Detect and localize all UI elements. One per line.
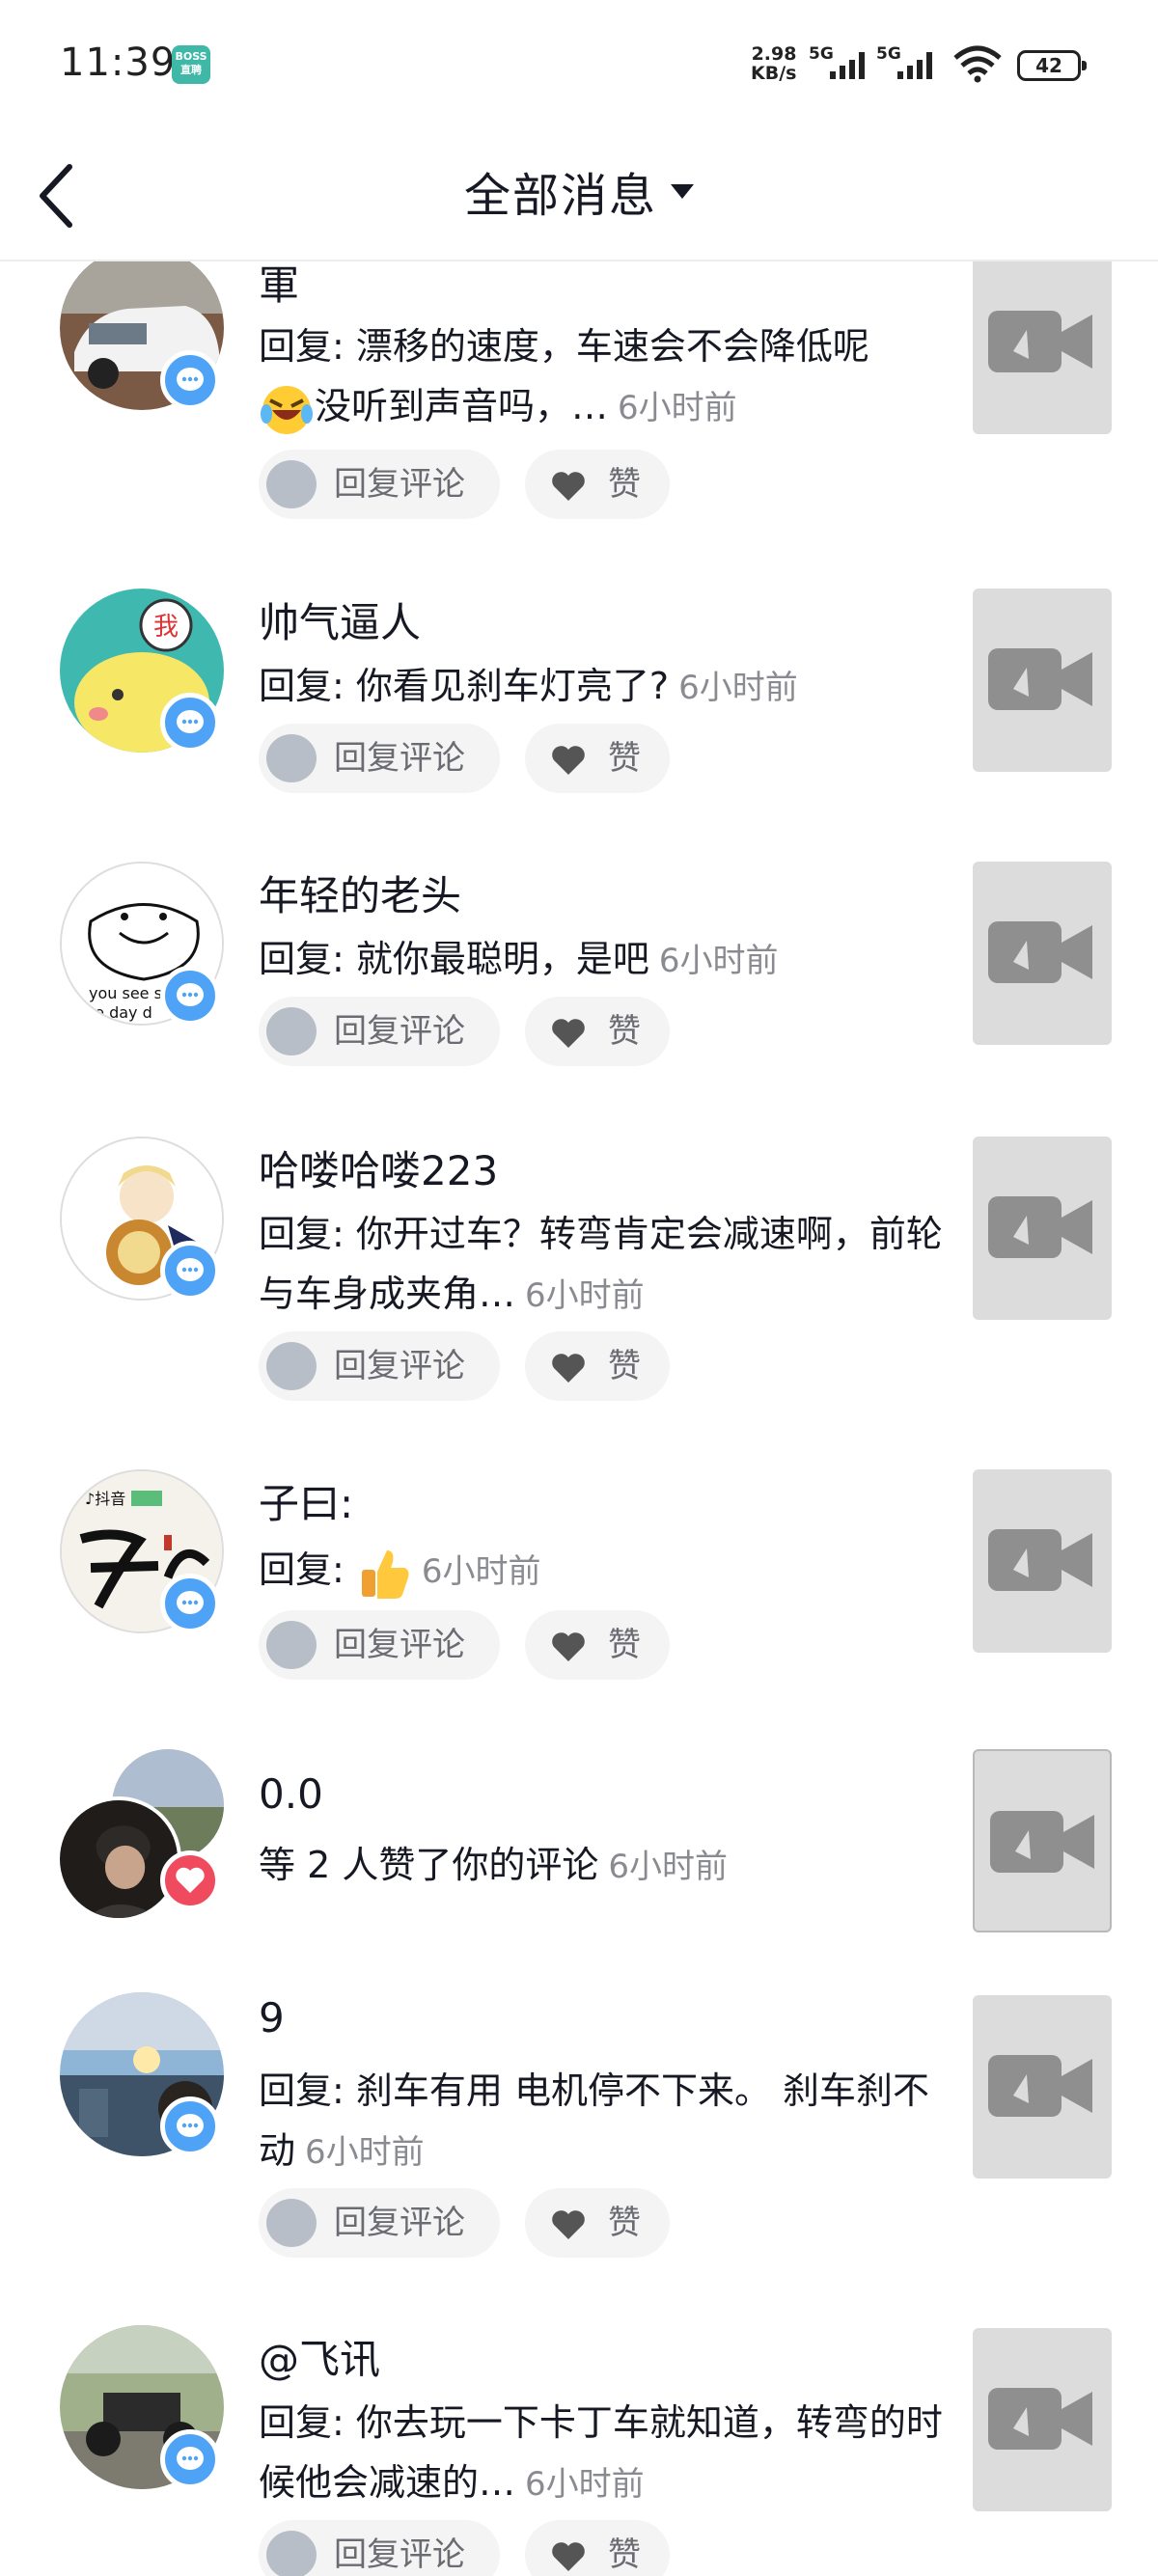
video-thumbnail[interactable] (973, 862, 1112, 1045)
top-nav-bar: 全部消息 (0, 130, 1158, 261)
user-name[interactable]: 9 (259, 1994, 285, 2042)
reply-comment-button[interactable]: 回复评论 (259, 1610, 500, 1680)
like-button[interactable]: 赞 (525, 450, 670, 519)
user-name[interactable]: 軍 (259, 253, 299, 312)
video-thumbnail[interactable] (973, 251, 1112, 434)
video-thumbnail[interactable] (973, 1469, 1112, 1653)
video-thumbnail[interactable] (973, 2328, 1112, 2511)
message-text: 等 2 人赞了你的评论 6小时前 (259, 1844, 728, 1886)
timestamp: 6小时前 (525, 2465, 645, 2504)
like-button[interactable]: 赞 (525, 724, 670, 793)
like-button[interactable]: 赞 (525, 1610, 670, 1680)
message-text: 回复: 你开过车？转弯肯定会减速啊，前轮与车身成夹角… 6小时前 (259, 1213, 943, 1315)
user-name[interactable]: @飞讯 (259, 2327, 380, 2386)
heart-icon (552, 2542, 585, 2571)
user-name[interactable]: 帅气逼人 (259, 590, 421, 649)
comment-badge-icon (160, 1241, 220, 1301)
heart-icon (552, 472, 585, 501)
message-text: 回复: 6小时前 (259, 1540, 946, 1602)
video-thumbnail[interactable] (973, 589, 1112, 772)
reply-comment-button[interactable]: 回复评论 (259, 997, 500, 1066)
timestamp: 6小时前 (305, 2133, 425, 2172)
video-thumb-mini (266, 734, 317, 782)
battery-icon: 42 (1017, 50, 1087, 81)
message-text: 回复: 你去玩一下卡丁车就知道，转弯的时候他会减速的… 6小时前 (259, 2401, 943, 2504)
comment-badge-icon (160, 966, 220, 1026)
user-name[interactable]: 0.0 (259, 1770, 323, 1818)
timestamp: 6小时前 (525, 1276, 645, 1315)
like-button[interactable]: 赞 (525, 2188, 670, 2258)
message-text: 回复: 刹车有用 电机停不下来。 刹车刹不动 6小时前 (259, 2069, 930, 2172)
video-camera-icon (988, 1529, 1092, 1591)
heart-icon (552, 1632, 585, 1661)
video-camera-icon (990, 1811, 1094, 1873)
video-thumb-mini (266, 1007, 317, 1055)
clock: 11:39 (60, 41, 177, 85)
reply-comment-button[interactable]: 回复评论 (259, 724, 500, 793)
comment-badge-icon (160, 350, 220, 410)
video-thumb-mini (266, 1342, 317, 1390)
video-thumb-mini (266, 1621, 317, 1669)
video-thumbnail[interactable] (973, 1995, 1112, 2179)
video-camera-icon (988, 2055, 1092, 2117)
video-camera-icon (988, 648, 1092, 710)
svg-text:我: 我 (153, 613, 179, 642)
like-button[interactable]: 赞 (525, 997, 670, 1066)
timestamp: 6小时前 (608, 1848, 728, 1886)
thumbs-up-emoji-icon (361, 1549, 409, 1599)
heart-icon (552, 1019, 585, 1048)
timestamp: 6小时前 (421, 1552, 541, 1591)
video-camera-icon (988, 1196, 1092, 1258)
message-text: 回复: 漂移的速度，车速会不会降低呢 没听到声音吗，… 6小时前 (259, 316, 946, 438)
title-dropdown[interactable]: 全部消息 (0, 157, 1158, 225)
network-speed: 2.98 KB/s (751, 43, 797, 84)
message-text: 回复: 你看见刹车灯亮了? 6小时前 (259, 665, 798, 707)
like-button[interactable]: 赞 (525, 2520, 670, 2576)
timestamp: 6小时前 (618, 389, 737, 427)
laughing-crying-emoji-icon (261, 385, 313, 434)
svg-text:♪抖音: ♪抖音 (85, 1490, 125, 1508)
heart-badge-icon (160, 1850, 220, 1910)
heart-icon (552, 1354, 585, 1383)
user-name[interactable]: 子曰: (259, 1471, 353, 1530)
comment-badge-icon (160, 2429, 220, 2489)
video-camera-icon (988, 2388, 1092, 2450)
svg-text:you see s: you see s (89, 984, 162, 1002)
video-camera-icon (988, 311, 1092, 372)
boss-app-icon: BOSS 直聘 (172, 45, 210, 84)
svg-text:ne day d: ne day d (85, 1003, 152, 1022)
comment-badge-icon (160, 2096, 220, 2156)
signal-sim2-icon: 5G (876, 44, 942, 79)
timestamp: 6小时前 (658, 942, 779, 980)
video-thumbnail[interactable] (973, 1137, 1112, 1320)
reply-comment-button[interactable]: 回复评论 (259, 2188, 500, 2258)
wifi-icon (953, 45, 1002, 83)
comment-badge-icon (160, 1574, 220, 1633)
like-button[interactable]: 赞 (525, 1331, 670, 1401)
video-thumbnail[interactable] (973, 1749, 1112, 1932)
signal-sim1-icon: 5G (809, 44, 874, 79)
message-text: 回复: 就你最聪明，是吧 6小时前 (259, 938, 779, 980)
user-name[interactable]: 哈喽哈喽223 (259, 1138, 498, 1197)
video-camera-icon (988, 921, 1092, 983)
video-thumb-mini (266, 2531, 317, 2576)
message-list[interactable]: 軍 回复: 漂移的速度，车速会不会降低呢 没听到声音吗，… 6小时前 回复评论 赞… (0, 0, 1158, 2576)
heart-icon (552, 2210, 585, 2239)
reply-comment-button[interactable]: 回复评论 (259, 1331, 500, 1401)
user-name[interactable]: 年轻的老头 (259, 863, 461, 922)
reply-comment-button[interactable]: 回复评论 (259, 450, 500, 519)
caret-down-icon[interactable] (671, 183, 694, 199)
video-thumb-mini (266, 2199, 317, 2247)
page-title[interactable]: 全部消息 (464, 169, 657, 223)
avatar[interactable] (56, 1796, 181, 1922)
status-bar: 11:39 BOSS 直聘 2.98 KB/s 5G 5G 42 (0, 0, 1158, 130)
reply-comment-button[interactable]: 回复评论 (259, 2520, 500, 2576)
video-thumb-mini (266, 460, 317, 508)
timestamp: 6小时前 (678, 669, 798, 707)
heart-icon (552, 746, 585, 775)
comment-badge-icon (160, 693, 220, 753)
